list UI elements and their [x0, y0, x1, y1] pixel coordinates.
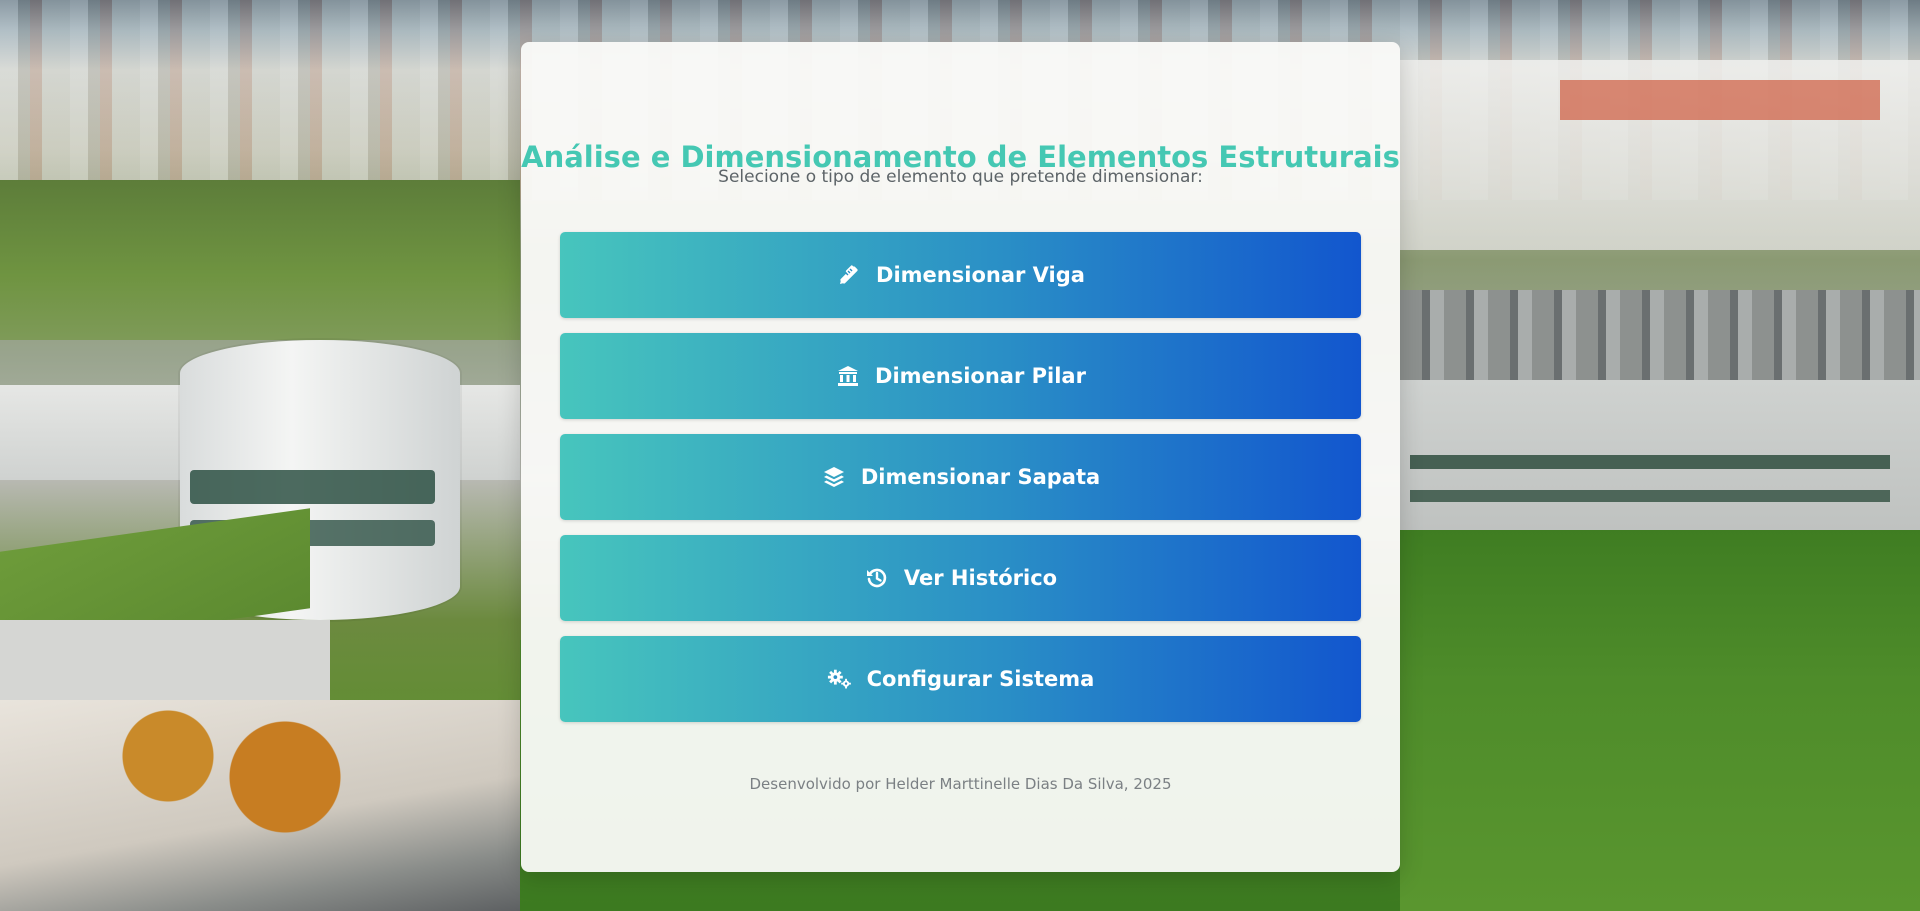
menu-item-label: Dimensionar Viga — [876, 263, 1085, 287]
menu-item-label: Ver Histórico — [903, 566, 1058, 590]
background-lawn-left — [0, 180, 520, 340]
element-menu: Dimensionar Viga Dimensionar Pilar Dimen… — [560, 232, 1361, 737]
view-history-button[interactable]: Ver Histórico — [560, 535, 1361, 621]
dimension-beam-button[interactable]: Dimensionar Viga — [560, 232, 1361, 318]
background-tower-band — [190, 470, 435, 504]
background-lawn-right — [1400, 530, 1920, 911]
page-subtitle: Selecione o tipo de elemento que pretend… — [718, 167, 1203, 187]
main-card: Análise e Dimensionamento de Elementos E… — [521, 42, 1400, 872]
columns-building-icon — [835, 363, 861, 389]
dimension-footing-button[interactable]: Dimensionar Sapata — [560, 434, 1361, 520]
background-window-band — [1410, 490, 1890, 502]
background-window-band — [1410, 455, 1890, 469]
menu-item-label: Configurar Sistema — [866, 667, 1095, 691]
pencil-ruler-icon — [836, 262, 862, 288]
footer-credit: Desenvolvido por Helder Marttinelle Dias… — [749, 775, 1172, 793]
configure-system-button[interactable]: Configurar Sistema — [560, 636, 1361, 722]
background-wall — [0, 620, 330, 700]
background-autumn-trees — [90, 700, 350, 840]
background-parking — [1400, 290, 1920, 380]
menu-item-label: Dimensionar Pilar — [875, 364, 1086, 388]
dimension-column-button[interactable]: Dimensionar Pilar — [560, 333, 1361, 419]
history-icon — [864, 565, 890, 591]
background-roofs — [1560, 80, 1880, 120]
gears-icon — [827, 666, 853, 692]
menu-item-label: Dimensionar Sapata — [860, 465, 1101, 489]
layers-icon — [821, 464, 847, 490]
